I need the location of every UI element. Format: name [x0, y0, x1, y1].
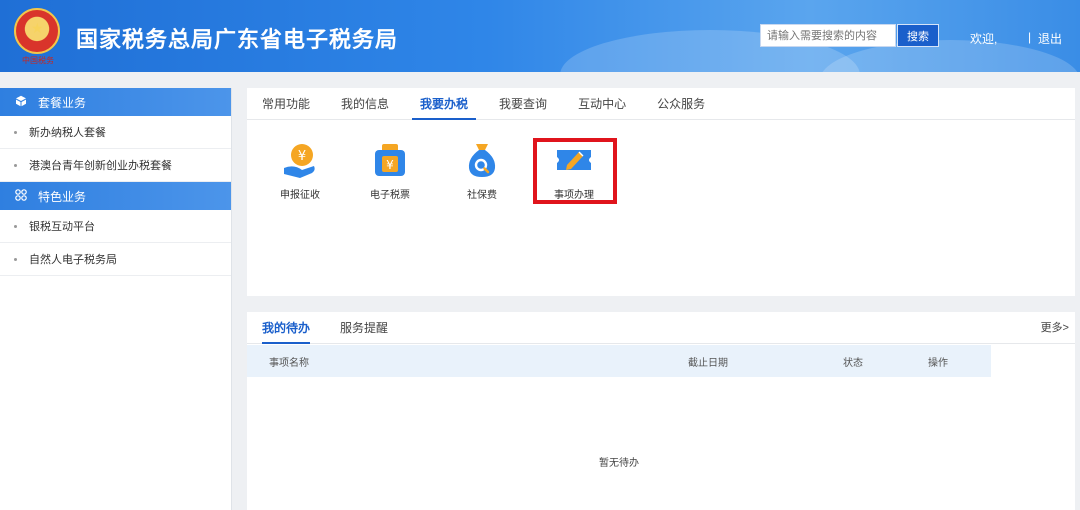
search-button[interactable]: 搜索 [897, 24, 939, 47]
tax-emblem-icon: ★ [14, 8, 60, 54]
function-label: 社保费 [467, 190, 497, 201]
column-header-status: 状态 [843, 358, 863, 369]
function-label: 申报征收 [280, 190, 320, 201]
column-header-action: 操作 [928, 358, 948, 369]
sidebar-item-label: 自然人电子税务局 [29, 254, 117, 266]
top-header: ★ 中国税务 国家税务总局广东省电子税务局 搜索 欢迎, | 退出 [0, 0, 1080, 72]
tab-interaction-center[interactable]: 互动中心 [578, 88, 626, 119]
tab-tax-handling[interactable]: 我要办税 [412, 88, 477, 120]
function-label: 电子税票 [370, 190, 410, 201]
sidebar-group-package[interactable]: 套餐业务 [0, 88, 231, 116]
todo-panel: 我的待办 服务提醒 更多> 事项名称 截止日期 状态 操作 暂无待办 [247, 312, 1075, 510]
svg-text:¥: ¥ [298, 149, 306, 164]
sidebar-item-label: 港澳台青年创新创业办税套餐 [29, 160, 172, 172]
column-header-deadline: 截止日期 [688, 358, 728, 369]
logout-separator: | [1028, 30, 1032, 44]
tax-declare-icon: ¥ [280, 140, 320, 180]
social-security-icon [462, 140, 502, 180]
bullet-icon [14, 224, 17, 228]
sidebar-item-hk-macao-taiwan-youth[interactable]: 港澳台青年创新创业办税套餐 [0, 149, 231, 182]
sidebar-item-new-taxpayer[interactable]: 新办纳税人套餐 [0, 116, 231, 149]
sidebar-group-label: 特色业务 [38, 189, 87, 204]
welcome-text: 欢迎, [970, 32, 998, 46]
column-header-name: 事项名称 [269, 358, 309, 369]
bullet-icon [14, 257, 17, 261]
function-social-security[interactable]: 社保费 [449, 140, 515, 201]
sidebar-item-natural-person[interactable]: 自然人电子税务局 [0, 243, 231, 276]
tab-my-info[interactable]: 我的信息 [341, 88, 389, 119]
tab-my-todo[interactable]: 我的待办 [262, 312, 311, 344]
function-panel: 常用功能 我的信息 我要办税 我要查询 互动中心 公众服务 ¥ 申报征收 ¥ 电… [247, 88, 1075, 296]
sidebar-group-special[interactable]: 特色业务 [0, 182, 231, 210]
main-tabs: 常用功能 我的信息 我要办税 我要查询 互动中心 公众服务 [247, 88, 1075, 120]
more-link[interactable]: 更多> [1041, 312, 1069, 344]
site-title: 国家税务总局广东省电子税务局 [76, 27, 399, 52]
todo-table-header: 事项名称 截止日期 状态 操作 [247, 345, 991, 377]
tab-public-service[interactable]: 公众服务 [657, 88, 705, 119]
emblem-caption: 中国税务 [22, 56, 54, 65]
tab-common-functions[interactable]: 常用功能 [262, 88, 310, 119]
bullet-icon [14, 163, 17, 167]
empty-todo-text: 暂无待办 [599, 458, 639, 469]
sidebar-item-bank-tax[interactable]: 银税互动平台 [0, 210, 231, 243]
sidebar: 套餐业务 新办纳税人套餐 港澳台青年创新创业办税套餐 特色业务 银税互动平台 自… [0, 88, 232, 510]
svg-text:¥: ¥ [386, 158, 394, 172]
grid-icon [14, 188, 28, 204]
tab-query[interactable]: 我要查询 [499, 88, 547, 119]
function-tax-declare[interactable]: ¥ 申报征收 [267, 140, 333, 201]
todo-tabs: 我的待办 服务提醒 更多> [247, 312, 1075, 344]
sidebar-item-label: 银税互动平台 [29, 221, 95, 233]
e-ticket-icon: ¥ [370, 140, 410, 180]
highlight-box [533, 138, 617, 204]
bullet-icon [14, 130, 17, 134]
sidebar-group-label: 套餐业务 [38, 95, 87, 110]
cube-icon [14, 95, 28, 110]
sidebar-item-label: 新办纳税人套餐 [29, 127, 106, 139]
search-input[interactable] [760, 24, 896, 47]
function-e-ticket[interactable]: ¥ 电子税票 [357, 140, 423, 201]
logout-link[interactable]: 退出 [1038, 30, 1062, 47]
tab-service-reminder[interactable]: 服务提醒 [340, 312, 388, 343]
